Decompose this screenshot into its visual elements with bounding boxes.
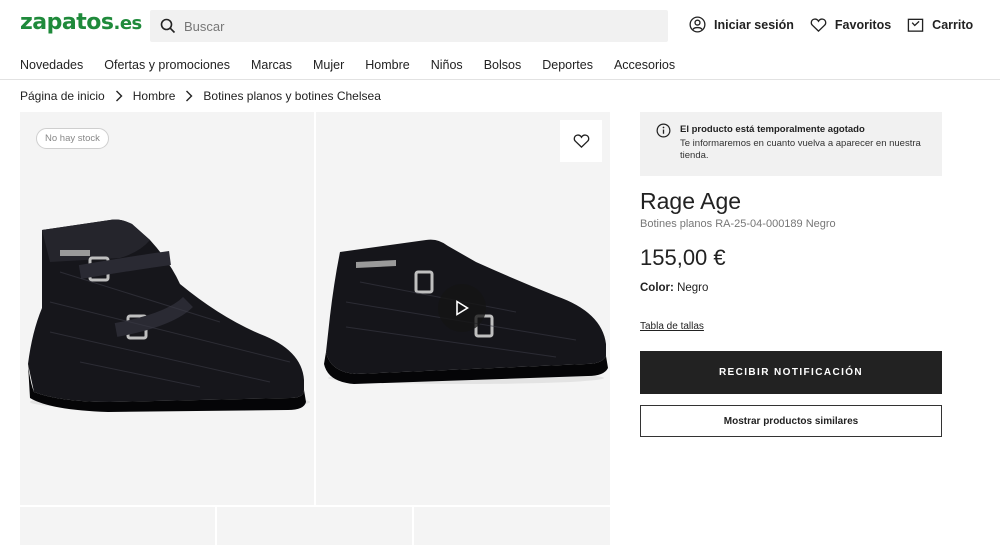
search-icon [160, 18, 176, 34]
nav-item-mujer[interactable]: Mujer [313, 58, 344, 72]
product-gallery: No hay stock [20, 112, 610, 545]
cart-icon [907, 18, 924, 32]
logo-tld-text: .es [113, 13, 142, 34]
login-label: Iniciar sesión [714, 17, 794, 32]
add-to-favorites-button[interactable] [560, 120, 602, 162]
out-of-stock-alert: El producto está temporalmente agotado T… [640, 112, 942, 176]
nav-item-ninos[interactable]: Niños [431, 58, 463, 72]
product-brand: Rage Age [640, 188, 742, 214]
product-thumbnail[interactable] [217, 507, 412, 545]
size-table-link[interactable]: Tabla de tallas [640, 321, 704, 332]
login-link[interactable]: Iniciar sesión [689, 16, 794, 33]
site-header: zapatos.es Iniciar sesión Favoritos Carr… [0, 0, 1000, 50]
alert-title: El producto está temporalmente agotado [680, 124, 865, 135]
heart-icon [810, 17, 827, 32]
alert-text: Te informaremos en cuanto vuelva a apare… [680, 138, 921, 161]
nav-item-marcas[interactable]: Marcas [251, 58, 292, 72]
nav-item-ofertas[interactable]: Ofertas y promociones [104, 58, 230, 72]
search-input[interactable] [184, 18, 644, 34]
site-logo[interactable]: zapatos.es [20, 10, 142, 35]
user-icon [689, 16, 706, 33]
product-thumbnail[interactable] [20, 507, 215, 545]
show-similar-products-button[interactable]: Mostrar productos similares [640, 405, 942, 437]
play-video-button[interactable] [438, 284, 486, 332]
heart-icon [573, 134, 589, 149]
search-bar[interactable] [150, 10, 668, 42]
breadcrumb: Página de inicio Hombre Botines planos y… [20, 89, 381, 103]
favorites-label: Favoritos [834, 17, 892, 32]
out-of-stock-badge: No hay stock [36, 128, 109, 149]
product-subtitle: Botines planos RA-25-04-000189 Negro [640, 218, 836, 230]
main-navigation: Novedades Ofertas y promociones Marcas M… [0, 50, 1000, 80]
product-price: 155,00 € [640, 245, 726, 270]
nav-item-deportes[interactable]: Deportes [542, 58, 593, 72]
product-info-panel: El producto está temporalmente agotado T… [640, 112, 942, 437]
favorites-link[interactable]: Favoritos [810, 17, 891, 33]
notify-me-button[interactable]: RECIBIR NOTIFICACIÓN [640, 351, 942, 394]
color-label: Color: [640, 282, 674, 294]
play-icon [456, 300, 469, 316]
breadcrumb-home[interactable]: Página de inicio [20, 89, 105, 103]
cart-link[interactable]: Carrito [907, 17, 973, 33]
color-value: Negro [677, 282, 709, 294]
product-thumbnail[interactable] [414, 507, 610, 545]
product-image-second[interactable] [316, 112, 610, 505]
breadcrumb-category[interactable]: Botines planos y botines Chelsea [203, 89, 380, 103]
chevron-right-icon [185, 90, 193, 102]
boot-image-side [28, 219, 310, 412]
header-actions: Iniciar sesión Favoritos Carrito [689, 16, 989, 33]
nav-item-hombre[interactable]: Hombre [365, 58, 409, 72]
breadcrumb-hombre[interactable]: Hombre [133, 89, 176, 103]
cart-label: Carrito [932, 17, 974, 32]
chevron-right-icon [115, 90, 123, 102]
info-icon [656, 123, 671, 138]
nav-item-bolsos[interactable]: Bolsos [484, 58, 522, 72]
product-image-main[interactable]: No hay stock [20, 112, 314, 505]
nav-item-accesorios[interactable]: Accesorios [614, 58, 675, 72]
product-color: Color: Negro [640, 282, 942, 294]
logo-main-text: zapatos [20, 10, 114, 35]
nav-item-novedades[interactable]: Novedades [20, 58, 83, 72]
